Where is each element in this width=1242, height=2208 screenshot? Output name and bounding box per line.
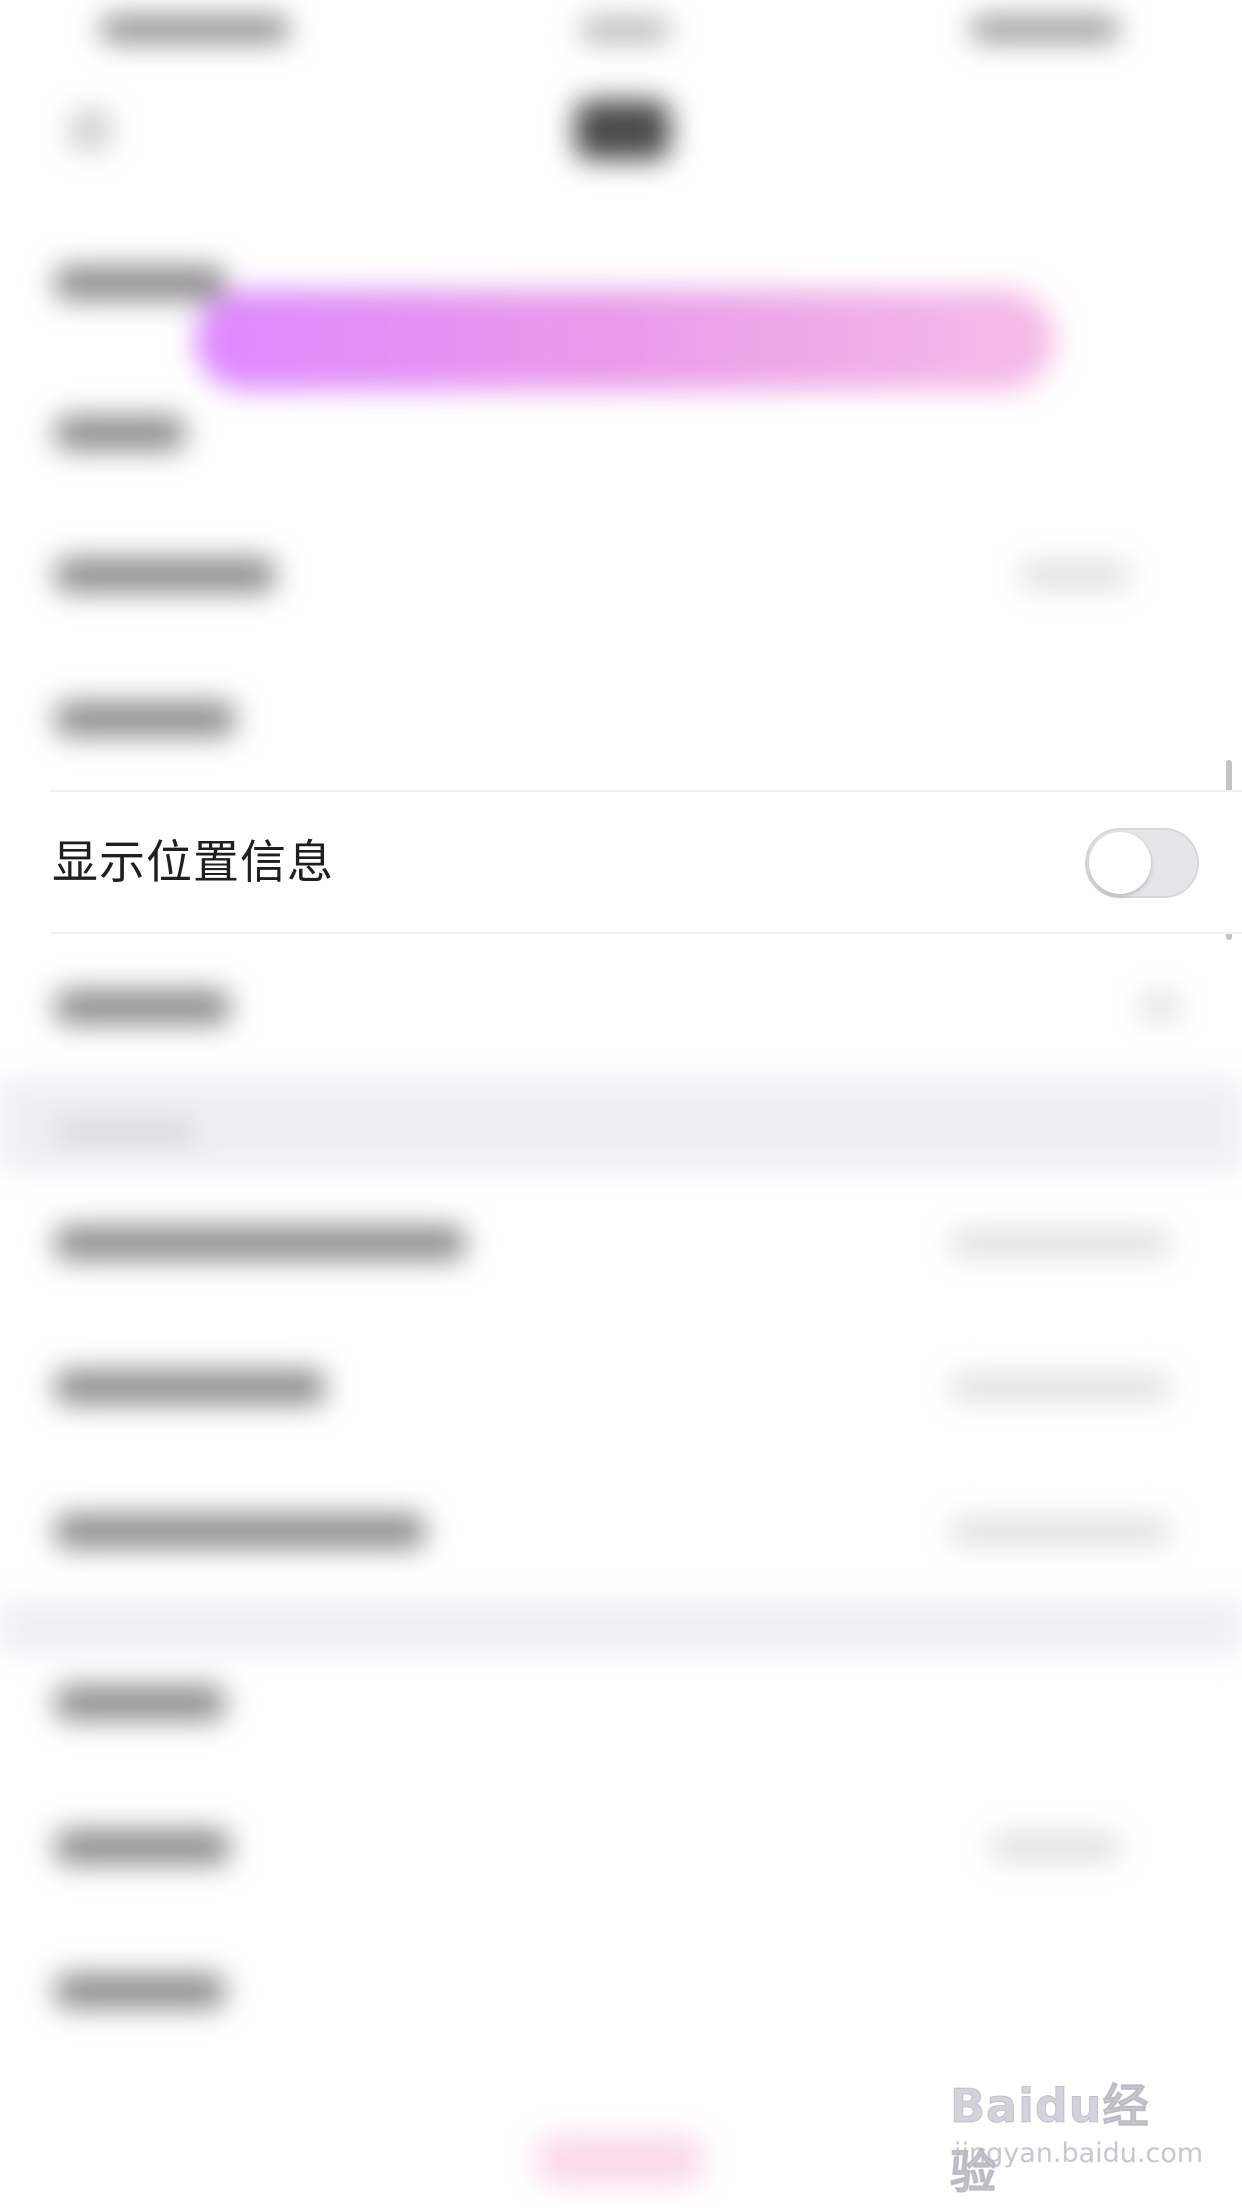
nav-bar: [0, 70, 1242, 190]
watermark-url: jingyan.baidu.com: [954, 2138, 1204, 2169]
status-time: [580, 18, 670, 42]
settings-row-label: [55, 1514, 425, 1548]
settings-row[interactable]: [0, 1918, 1242, 2062]
settings-row-label: [55, 1830, 230, 1864]
settings-row-label: [55, 1370, 325, 1404]
settings-row[interactable]: [0, 646, 1242, 790]
settings-row[interactable]: [0, 1458, 1242, 1602]
promo-banner[interactable]: [195, 290, 1055, 390]
section-header-label: [55, 1120, 195, 1144]
location-toggle-switch[interactable]: [1085, 828, 1199, 898]
settings-row-label: [55, 702, 235, 736]
blurred-background: [0, 0, 1242, 2208]
watermark-brand: Baidu经验: [950, 2079, 1150, 2200]
settings-row-value: [1020, 562, 1130, 588]
settings-row[interactable]: [0, 1170, 1242, 1314]
location-settings-row[interactable]: 显示位置信息: [0, 790, 1242, 934]
back-arrow-icon[interactable]: [70, 110, 110, 150]
settings-row-value: [950, 1518, 1170, 1544]
settings-row-label: [55, 558, 275, 592]
settings-row-value: [950, 1230, 1170, 1256]
settings-row[interactable]: [0, 502, 1242, 646]
settings-row-label: [55, 1226, 465, 1260]
status-carrier: [100, 16, 290, 42]
bottom-pink-element[interactable]: [535, 2135, 705, 2185]
settings-row-value: [990, 1834, 1120, 1860]
section-header: [0, 1080, 1242, 1170]
settings-row-label: [55, 1974, 225, 2008]
settings-row[interactable]: [0, 1314, 1242, 1458]
nav-title: [575, 100, 670, 160]
baidu-watermark: Baidu经验 jingyan.baidu.com: [950, 2070, 1204, 2200]
status-bar: [0, 0, 1242, 60]
settings-row-label: [55, 990, 230, 1024]
settings-row[interactable]: [0, 934, 1242, 1078]
row-divider: [50, 932, 1242, 934]
settings-row-label: [55, 416, 185, 450]
status-battery-icon: [970, 16, 1120, 42]
chevron-right-icon: [1140, 994, 1180, 1020]
row-divider: [50, 790, 1242, 792]
location-row-label: 显示位置信息: [52, 835, 334, 889]
settings-row[interactable]: [0, 1774, 1242, 1918]
settings-row-label: [55, 266, 225, 300]
settings-row-label: [55, 1686, 225, 1720]
settings-screen: 显示位置信息 Baidu经验 jingyan.baidu.com: [0, 0, 1242, 2208]
toggle-knob[interactable]: [1089, 832, 1151, 894]
settings-row[interactable]: [0, 1630, 1242, 1774]
settings-row-value: [950, 1374, 1170, 1400]
